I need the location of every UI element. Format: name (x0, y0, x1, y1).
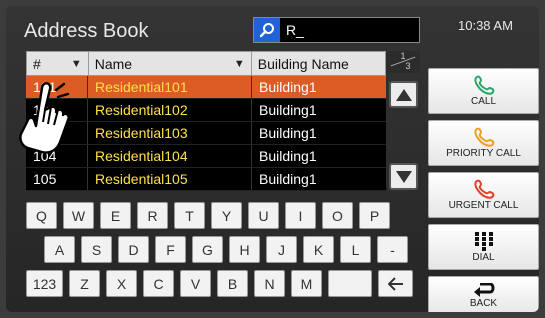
priority-call-button[interactable]: PRIORITY CALL (428, 120, 539, 166)
address-table: # ▼ Name ▼ Building Name 101 Residential… (26, 51, 386, 191)
key-a[interactable]: A (44, 236, 75, 263)
scroll-down-button[interactable] (389, 163, 418, 190)
row-name: Residential103 (88, 122, 252, 144)
table-row[interactable]: 103 Residential103 Building1 (26, 122, 386, 145)
key-h[interactable]: H (229, 236, 260, 263)
address-book-screen: Address Book R_ 10:38 AM # ▼ Name ▼ Buil… (6, 6, 539, 312)
row-building: Building1 (259, 171, 317, 187)
sort-caret-icon: ▼ (233, 57, 245, 70)
table-header: # ▼ Name ▼ Building Name (26, 51, 386, 76)
clock: 10:38 AM (458, 18, 513, 33)
row-building: Building1 (259, 148, 317, 164)
key-w[interactable]: W (63, 202, 94, 229)
key-i[interactable]: I (285, 202, 316, 229)
page-title: Address Book (24, 20, 149, 42)
triangle-down-icon (395, 170, 412, 183)
key-d[interactable]: D (118, 236, 149, 263)
column-header-number[interactable]: # ▼ (27, 52, 89, 75)
scroll-column: 1 3 (386, 51, 420, 191)
triangle-up-icon (395, 88, 412, 101)
phone-icon (473, 179, 494, 199)
search-button[interactable] (254, 18, 280, 42)
column-header-name[interactable]: Name ▼ (89, 52, 252, 75)
arrow-left-icon (387, 276, 403, 291)
key-g[interactable]: G (192, 236, 223, 263)
key-f[interactable]: F (155, 236, 186, 263)
key-y[interactable]: Y (211, 202, 242, 229)
key-x[interactable]: X (106, 270, 137, 297)
key-space[interactable] (328, 270, 372, 297)
key-123[interactable]: 123 (26, 270, 63, 297)
key-k[interactable]: K (303, 236, 334, 263)
key-j[interactable]: J (266, 236, 297, 263)
search-field[interactable]: R_ (253, 17, 420, 43)
table-row[interactable]: 101 Residential101 Building1 (26, 76, 386, 99)
key-q[interactable]: Q (26, 202, 57, 229)
key-b[interactable]: B (217, 270, 248, 297)
dial-button[interactable]: DIAL (428, 224, 539, 270)
key-e[interactable]: E (100, 202, 131, 229)
row-name: Residential104 (88, 145, 252, 167)
key-z[interactable]: Z (69, 270, 100, 297)
back-button[interactable]: BACK (428, 276, 539, 312)
key-backspace[interactable] (378, 270, 413, 297)
key-l[interactable]: L (340, 236, 371, 263)
table-row[interactable]: 105 Residential105 Building1 (26, 168, 386, 191)
keypad-icon (474, 232, 493, 251)
urgent-call-button[interactable]: URGENT CALL (428, 172, 539, 218)
table-row[interactable]: 104 Residential104 Building1 (26, 145, 386, 168)
sort-caret-icon: ▼ (70, 57, 82, 70)
call-label: CALL (470, 96, 496, 107)
key-o[interactable]: O (322, 202, 353, 229)
row-building: Building1 (259, 102, 317, 118)
key-u[interactable]: U (248, 202, 279, 229)
key-t[interactable]: T (174, 202, 205, 229)
phone-icon (473, 127, 494, 147)
row-name: Residential105 (88, 168, 252, 190)
scroll-up-button[interactable] (389, 81, 418, 108)
hand-pointer-icon (19, 82, 70, 154)
key-c[interactable]: C (143, 270, 174, 297)
key-p[interactable]: P (359, 202, 390, 229)
key-hyphen[interactable]: - (377, 236, 408, 263)
page-indicator: 1 3 (386, 51, 420, 73)
row-building: Building1 (259, 125, 317, 141)
phone-icon (473, 75, 494, 95)
urgent-call-label: URGENT CALL (448, 200, 519, 211)
search-icon (259, 23, 274, 38)
search-input-value[interactable]: R_ (286, 22, 304, 38)
key-v[interactable]: V (180, 270, 211, 297)
back-label: BACK (469, 298, 498, 309)
priority-call-label: PRIORITY CALL (446, 148, 521, 159)
key-n[interactable]: N (254, 270, 285, 297)
key-m[interactable]: M (291, 270, 322, 297)
row-name: Residential102 (88, 99, 252, 121)
column-header-building: Building Name (257, 55, 349, 72)
return-arrow-icon (473, 283, 494, 297)
row-number: 105 (26, 168, 88, 190)
call-button[interactable]: CALL (428, 68, 539, 114)
row-name: Residential101 (88, 76, 252, 98)
row-building: Building1 (259, 79, 317, 95)
key-s[interactable]: S (81, 236, 112, 263)
key-r[interactable]: R (137, 202, 168, 229)
dial-label: DIAL (472, 252, 495, 263)
table-row[interactable]: 102 Residential102 Building1 (26, 99, 386, 122)
